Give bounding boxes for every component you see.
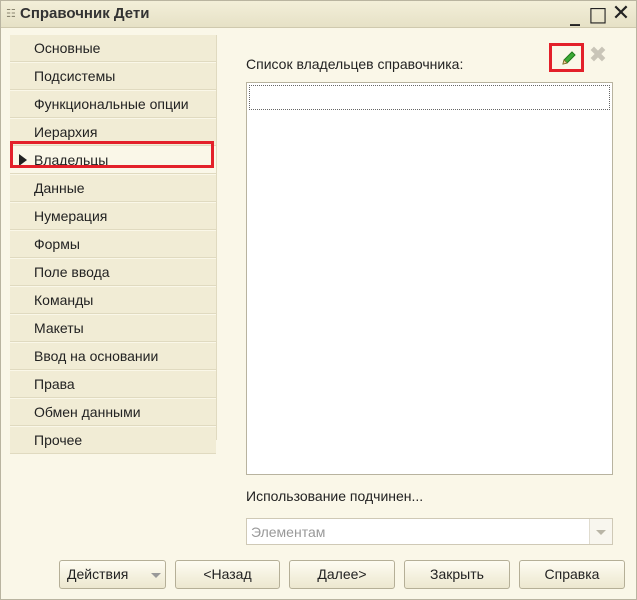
nav-item-label: Макеты [34,320,84,336]
nav-item-label: Команды [34,292,94,308]
nav-item-commands[interactable]: Команды [10,287,216,314]
nav-item-label: Формы [34,236,80,252]
nav-item-label: Данные [34,180,85,196]
title-bar: ☷ Справочник Дети _ □ ✕ [1,1,636,28]
owners-list[interactable] [246,82,613,475]
nav-item-owners[interactable]: Владельцы [10,147,216,174]
nav-item-label: Иерархия [34,124,98,140]
usage-select[interactable]: Элементам [246,518,613,545]
selected-arrow-icon [19,154,27,166]
nav-item-subsystems[interactable]: Подсистемы [10,63,216,90]
next-button[interactable]: Далее> [289,560,395,589]
nav-item-label: Основные [34,40,101,56]
usage-label: Использование подчинен... [246,488,424,504]
nav-divider [216,35,217,440]
chevron-down-icon [151,573,161,578]
nav-item-data-exchange[interactable]: Обмен данными [10,399,216,426]
close-window-button[interactable]: ✕ [610,3,632,25]
nav-item-functional-options[interactable]: Функциональные опции [10,91,216,118]
maximize-button[interactable]: □ [587,3,609,25]
owners-list-label: Список владельцев справочника: [246,56,464,72]
nav-item-data[interactable]: Данные [10,175,216,202]
nav-item-label: Функциональные опции [34,96,189,112]
nav-item-forms[interactable]: Формы [10,231,216,258]
nav-item-numbering[interactable]: Нумерация [10,203,216,230]
nav-item-label: Нумерация [34,208,108,224]
catalog-editor-window: ☷ Справочник Дети _ □ ✕ Основные Подсист… [0,0,637,600]
actions-button[interactable]: Действия [59,560,166,589]
nav-item-rights[interactable]: Права [10,371,216,398]
usage-value: Элементам [251,524,326,540]
nav-item-label: Подсистемы [34,68,116,84]
nav-item-label: Права [34,376,75,392]
chevron-down-icon[interactable] [589,519,612,544]
back-button[interactable]: <Назад [175,560,280,589]
nav-item-label: Прочее [34,432,83,448]
window-title: Справочник Дети [20,5,150,22]
nav-item-hierarchy[interactable]: Иерархия [10,119,216,146]
nav-item-input-based-on[interactable]: Ввод на основании [10,343,216,370]
nav-item-input-field[interactable]: Поле ввода [10,259,216,286]
nav-item-label: Ввод на основании [34,348,159,364]
actions-button-label: Действия [67,566,129,582]
minimize-button[interactable]: _ [564,3,586,25]
nav-item-label: Обмен данными [34,404,141,420]
close-button[interactable]: Закрыть [404,560,510,589]
nav-item-label: Поле ввода [34,264,110,280]
list-row-empty[interactable] [249,85,610,110]
catalog-icon: ☷ [6,7,16,20]
nav-item-main[interactable]: Основные [10,35,216,62]
edit-owners-button[interactable] [549,43,584,72]
sections-nav: Основные Подсистемы Функциональные опции… [10,35,216,455]
help-button[interactable]: Справка [519,560,625,589]
nav-item-label: Владельцы [34,152,109,168]
delete-icon: ✖ [588,43,608,68]
delete-owner-button[interactable]: ✖ [588,43,608,68]
nav-item-other[interactable]: Прочее [10,427,216,454]
nav-item-templates[interactable]: Макеты [10,315,216,342]
pencil-icon [562,51,576,65]
